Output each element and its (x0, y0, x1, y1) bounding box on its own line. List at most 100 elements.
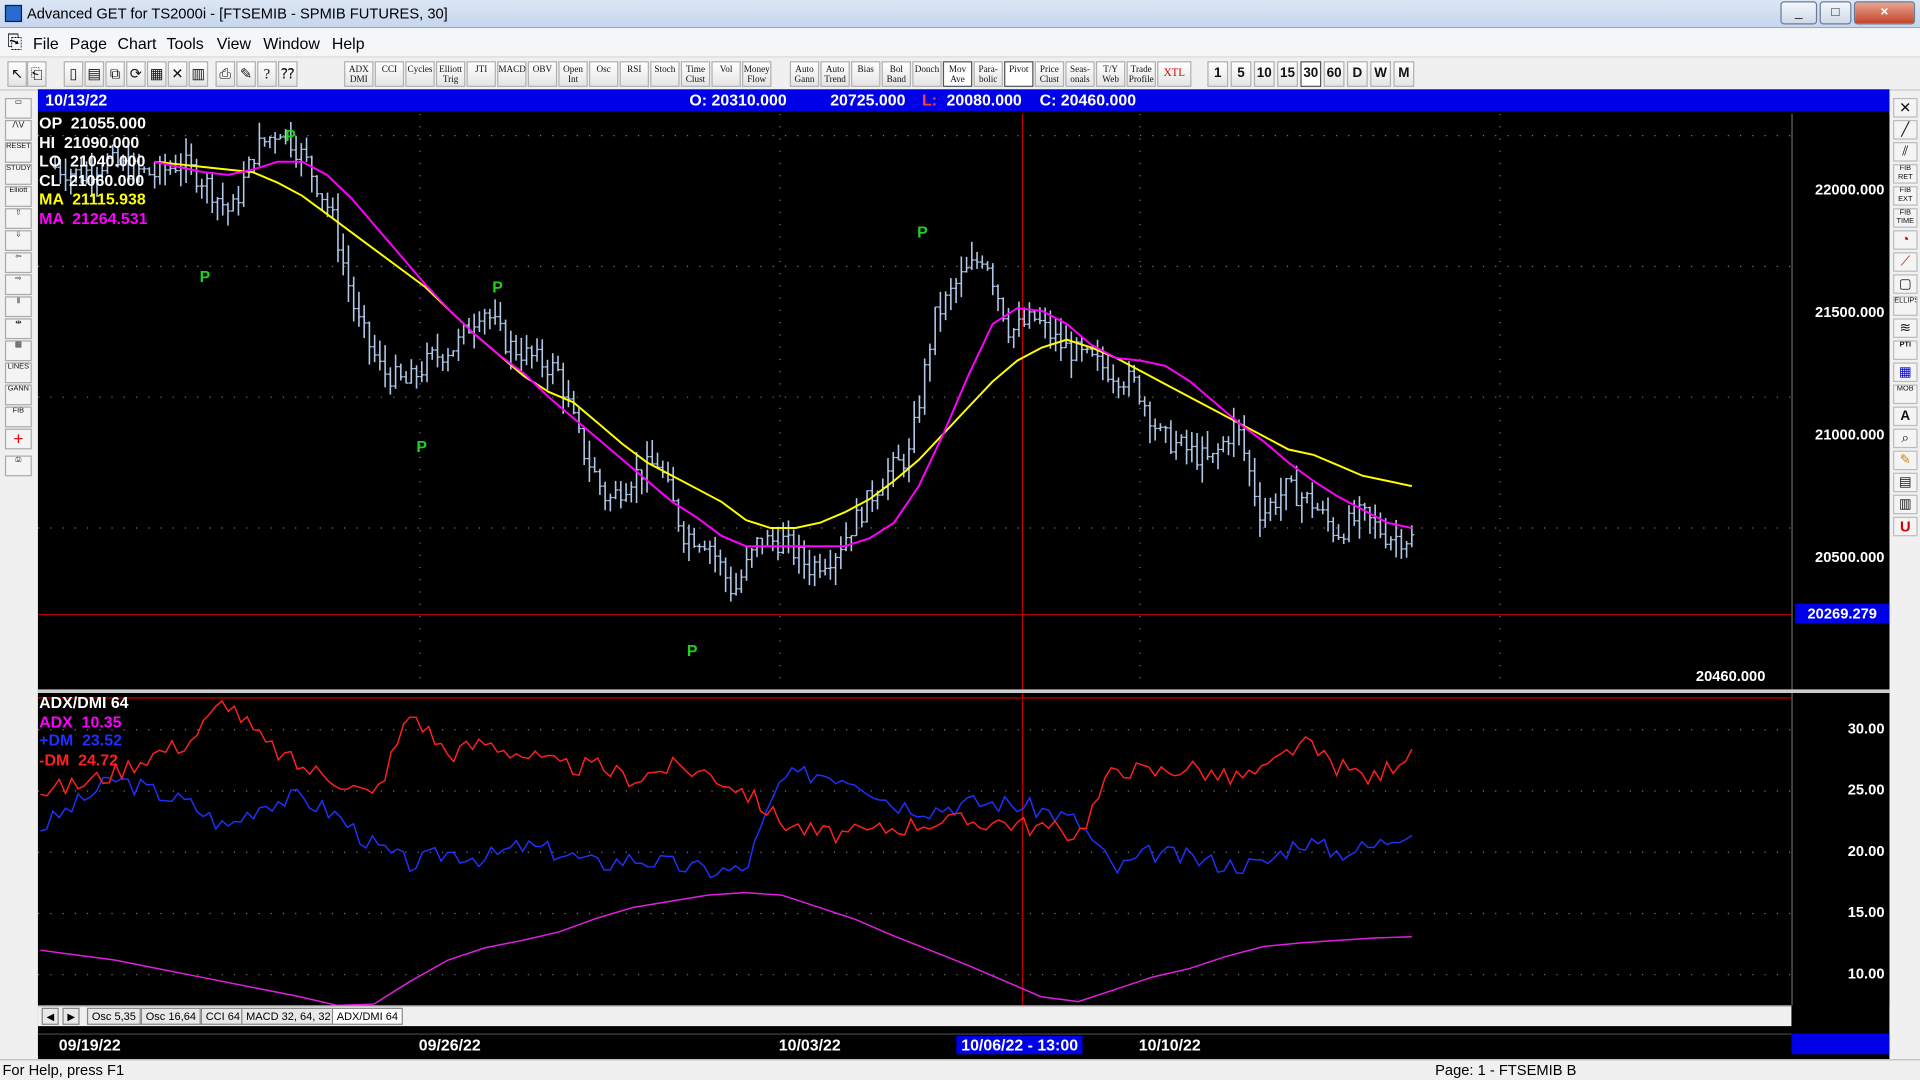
fib-time-tool[interactable]: FIB TIME (1893, 208, 1918, 228)
pti-tool[interactable]: PTI (1893, 340, 1918, 361)
tab-cci-64[interactable]: CCI 64 (200, 1007, 245, 1025)
paste-icon[interactable]: ⎗ (26, 61, 47, 87)
study-button-stoch[interactable]: Stoch (650, 61, 680, 87)
reset-tool[interactable]: RESET (4, 142, 32, 163)
study-button-adx-dmi[interactable]: ADX DMI (344, 61, 374, 87)
mob-tool[interactable]: MOB (1893, 384, 1918, 405)
document-icon[interactable]: ⎘ (7, 32, 22, 53)
tab-scroll-left-icon[interactable]: ◀ (41, 1007, 59, 1025)
text-tool[interactable]: A (1893, 406, 1918, 427)
price-chart[interactable]: P P P P P P (37, 113, 1792, 690)
delete-icon[interactable]: ✕ (1893, 97, 1918, 118)
minimize-button[interactable]: _ (1780, 1, 1818, 25)
copy-icon[interactable]: ⧉ (105, 61, 125, 87)
study-button-seasonals[interactable]: Seas-onals (1065, 61, 1095, 87)
ellipse-tool[interactable]: ELLIPS (1893, 296, 1918, 316)
gann-tool[interactable]: GANN (4, 384, 32, 406)
app-icon[interactable] (4, 4, 23, 23)
hint-icon[interactable]: ✎ (236, 61, 256, 87)
tab-adx-dmi[interactable]: ADX/DMI 64 (331, 1007, 403, 1025)
timeframe-w[interactable]: W (1370, 61, 1392, 87)
cross-icon[interactable]: ✕ (167, 61, 188, 87)
arrow-left-icon[interactable]: ⇦ (4, 252, 32, 274)
timeframe-60[interactable]: 60 (1323, 61, 1345, 87)
print-icon[interactable]: ⎙ (215, 61, 236, 87)
pattern-icon[interactable]: ≋ (1893, 318, 1918, 338)
menu-page[interactable]: Page (70, 34, 107, 52)
menu-tools[interactable]: Tools (167, 34, 204, 52)
tab-osc-5-35[interactable]: Osc 5,35 (86, 1007, 141, 1025)
print-page-icon[interactable]: ⎙ (4, 455, 32, 477)
study-tool[interactable]: STUDY (4, 164, 32, 185)
study-button-cycles[interactable]: Cycles (405, 61, 435, 87)
timeframe-15[interactable]: 15 (1277, 61, 1298, 87)
study-button-obv[interactable]: OBV (527, 61, 558, 87)
lines-tool[interactable]: LINES (4, 362, 32, 384)
tab-osc-16-64[interactable]: Osc 16,64 (140, 1007, 201, 1025)
study-button-ty-web[interactable]: T/Y Web (1095, 61, 1126, 87)
study-button-macd[interactable]: MACD (497, 61, 527, 87)
elliott-tool[interactable]: Elliott (4, 186, 32, 207)
layout-icon[interactable]: ▥ (188, 61, 209, 87)
menu-window[interactable]: Window (263, 34, 320, 52)
box-icon[interactable]: ▢ (1893, 274, 1918, 294)
folder-icon[interactable]: ▭ (4, 97, 32, 119)
menu-file[interactable]: File (33, 34, 59, 52)
study-button-xtl[interactable]: XTL (1157, 61, 1192, 87)
zoom-icon[interactable]: ⌕ (1893, 428, 1918, 449)
study-button-open-int[interactable]: Open Int (558, 61, 588, 87)
tab-scroll-right-icon[interactable]: ▶ (62, 1007, 80, 1025)
channel-icon[interactable]: ⫽ (1893, 142, 1918, 162)
help-icon[interactable]: ? (257, 61, 277, 87)
bar-zoom-icon[interactable]: ⫼ (4, 296, 32, 318)
study-button-elliott-trig[interactable]: Elliott Trig (435, 61, 466, 87)
menu-view[interactable]: View (217, 34, 251, 52)
notes-icon[interactable]: ▥ (1893, 494, 1918, 515)
study-button-auto-trend[interactable]: Auto Trend (820, 61, 850, 87)
maximize-button[interactable]: □ (1819, 1, 1852, 25)
study-button-auto-gann[interactable]: Auto Gann (789, 61, 820, 87)
timeframe-1[interactable]: 1 (1207, 61, 1229, 87)
fib-tool[interactable]: FIB (4, 406, 32, 428)
study-button-pivot[interactable]: Pivot (1004, 61, 1034, 87)
study-button-bol-band[interactable]: Bol Band (881, 61, 912, 87)
adx-chart[interactable] (37, 693, 1792, 1007)
adx-panel[interactable]: ADX/DMI 64 ADX 10.35 +DM 23.52 -DM 24.72 (37, 693, 1792, 1007)
grid-tool-icon[interactable]: ▦ (1893, 362, 1918, 383)
study-button-price-clust[interactable]: Price Clust (1034, 61, 1065, 87)
magnet-icon[interactable]: U (1893, 516, 1918, 537)
tab-macd[interactable]: MACD 32, 64, 32 (241, 1007, 336, 1025)
pointer-icon[interactable]: ↖ (7, 61, 27, 87)
timeframe-10[interactable]: 10 (1253, 61, 1275, 87)
fib-extension-tool[interactable]: FIB EXT (1893, 186, 1918, 206)
study-button-osc[interactable]: Osc (588, 61, 619, 87)
arrow-up-icon[interactable]: ⇧ (4, 208, 32, 229)
study-button-time-clust[interactable]: Time Clust (680, 61, 711, 87)
chart-window[interactable]: 10/13/22 O: 20310.000 20725.000 L: 20080… (37, 89, 1890, 1060)
expand-icon[interactable]: ⇹ (4, 318, 32, 340)
timeframe-5[interactable]: 5 (1230, 61, 1252, 87)
fib-retracement-tool[interactable]: FIB RET (1893, 164, 1918, 184)
fan-icon[interactable]: ⟋ (1893, 252, 1918, 272)
trendline-icon[interactable]: ╱ (1893, 120, 1918, 140)
study-button-vol[interactable]: Vol (711, 61, 741, 87)
arrow-down-icon[interactable]: ⇩ (4, 230, 32, 252)
study-button-trade-profile[interactable]: Trade Profile (1126, 61, 1156, 87)
study-button-parabolic[interactable]: Para-bolic (973, 61, 1003, 87)
study-button-jti[interactable]: JTI (466, 61, 496, 87)
layers-icon[interactable]: ▤ (1893, 472, 1918, 493)
table-icon[interactable]: ▦ (4, 340, 32, 362)
context-help-icon[interactable]: ⁇ (277, 61, 298, 87)
timeframe-m[interactable]: M (1393, 61, 1415, 87)
timeframe-d[interactable]: D (1346, 61, 1368, 87)
study-button-cci[interactable]: CCI (374, 61, 405, 87)
close-button[interactable]: × (1853, 1, 1916, 25)
study-button-donch[interactable]: Donch (912, 61, 942, 87)
timeframe-30[interactable]: 30 (1300, 61, 1322, 87)
refresh-icon[interactable]: ⟳ (126, 61, 146, 87)
open-icon[interactable]: ▤ (84, 61, 105, 87)
price-panel[interactable]: P P P P P P OP 21055.000 HI 21090.000 LO 21040.… (37, 113, 1792, 690)
study-button-mov-ave[interactable]: Mov Ave (942, 61, 973, 87)
arrow-right-icon[interactable]: ⇨ (4, 274, 32, 296)
new-page-icon[interactable]: ▯ (63, 61, 84, 87)
